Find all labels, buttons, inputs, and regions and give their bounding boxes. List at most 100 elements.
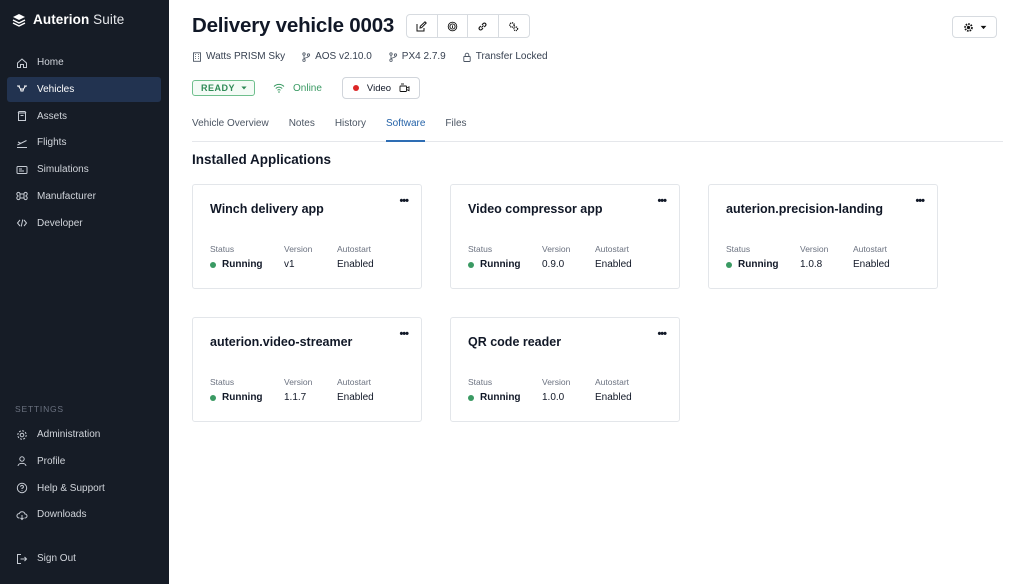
- sidebar-item-label: Assets: [37, 110, 68, 122]
- sidebar-item-label: Flights: [37, 137, 67, 149]
- sidebar-item-label: Vehicles: [37, 83, 75, 95]
- video-camera-icon: [399, 83, 410, 92]
- branch-icon: [302, 51, 311, 62]
- app-version: Version v1: [284, 244, 313, 270]
- app-card: QR code reader ••• Status Running Versio…: [450, 317, 680, 422]
- status-dot-icon: [210, 261, 216, 268]
- lock-icon: [463, 52, 471, 62]
- vehicle-model: Watts PRISM Sky: [192, 51, 285, 62]
- more-options-icon[interactable]: •••: [915, 195, 925, 207]
- app-name: Winch delivery app: [210, 202, 324, 216]
- sidebar-item-label: Downloads: [37, 509, 87, 521]
- more-options-icon[interactable]: •••: [657, 195, 667, 207]
- sign-out-button[interactable]: Sign Out: [7, 546, 161, 571]
- fingerprint-button[interactable]: [438, 15, 469, 37]
- tab-vehicle-overview[interactable]: Vehicle Overview: [192, 113, 269, 142]
- app-status: Status Running: [210, 377, 263, 403]
- sidebar-item-label: Manufacturer: [37, 190, 96, 202]
- more-options-icon[interactable]: •••: [399, 328, 409, 340]
- tab-software[interactable]: Software: [385, 113, 426, 142]
- app-card: auterion.video-streamer ••• Status Runni…: [192, 317, 422, 422]
- status-dot-icon: [468, 261, 474, 268]
- app-status: Status Running: [468, 377, 521, 403]
- px4-version: PX4 2.7.9: [388, 51, 446, 62]
- app-status: Status Running: [726, 244, 779, 270]
- page-title: Delivery vehicle 0003: [192, 14, 395, 37]
- sidebar-item-downloads[interactable]: Downloads: [7, 502, 161, 527]
- app-name: Video compressor app: [468, 202, 603, 216]
- sidebar-item-developer[interactable]: Developer: [7, 211, 161, 236]
- settings-dropdown-button[interactable]: [952, 16, 997, 38]
- caret-down-icon: [241, 86, 247, 90]
- edit-icon: [416, 20, 428, 31]
- app-version: Version 1.0.8: [800, 244, 829, 270]
- sidebar-item-manufacturer[interactable]: Manufacturer: [7, 184, 161, 209]
- video-button[interactable]: Video: [341, 77, 421, 99]
- more-options-icon[interactable]: •••: [657, 328, 667, 340]
- user-icon: [17, 456, 27, 467]
- simulation-icon: [16, 165, 28, 174]
- status-dropdown[interactable]: READY: [192, 80, 256, 96]
- sidebar-item-assets[interactable]: Assets: [7, 104, 161, 129]
- app-autostart: Autostart Enabled: [595, 377, 632, 403]
- tab-history[interactable]: History: [335, 113, 366, 142]
- logout-icon: [17, 553, 28, 564]
- caret-down-icon: [980, 25, 986, 29]
- title-row: Delivery vehicle 0003: [192, 14, 531, 38]
- fingerprint-icon: [447, 21, 458, 31]
- app-version: Version 0.9.0: [542, 244, 571, 270]
- sidebar-item-home[interactable]: Home: [7, 50, 161, 75]
- brand-logo[interactable]: Auterion Suite: [12, 12, 124, 27]
- tab-files[interactable]: Files: [445, 113, 466, 142]
- wifi-icon: [273, 83, 285, 93]
- sidebar-item-label: Developer: [37, 217, 83, 229]
- app-card: Video compressor app ••• Status Running …: [450, 184, 680, 289]
- sidebar-item-help[interactable]: Help & Support: [7, 476, 161, 501]
- gears-icon: [509, 21, 519, 31]
- sidebar-item-label: Home: [37, 57, 64, 68]
- sidebar-item-label: Profile: [37, 455, 66, 467]
- app-version: Version 1.0.0: [542, 377, 571, 403]
- branch-icon: [389, 51, 397, 62]
- sidebar-item-vehicles[interactable]: Vehicles: [7, 76, 161, 102]
- sidebar-item-flights[interactable]: Flights: [7, 130, 161, 155]
- app-name: QR code reader: [468, 335, 562, 349]
- link-button[interactable]: [468, 15, 499, 37]
- drone-icon: [17, 85, 27, 92]
- connection-status: Online: [273, 83, 322, 94]
- more-options-icon[interactable]: •••: [399, 195, 409, 207]
- app-status: Status Running: [468, 244, 521, 270]
- aos-version: AOS v2.10.0: [301, 51, 372, 62]
- section-title: Installed Applications: [192, 152, 332, 167]
- sidebar-item-simulations[interactable]: Simulations: [7, 157, 161, 182]
- tab-notes[interactable]: Notes: [289, 113, 315, 142]
- app-name: auterion.precision-landing: [726, 202, 883, 216]
- app-autostart: Autostart Enabled: [337, 377, 374, 403]
- cloud-download-icon: [16, 511, 28, 521]
- app-autostart: Autostart Enabled: [337, 244, 374, 270]
- status-dot-icon: [468, 394, 474, 401]
- link-icon: [478, 22, 487, 30]
- status-badge: READY: [201, 83, 236, 93]
- home-icon: [17, 57, 27, 68]
- app-card: Winch delivery app ••• Status Running Ve…: [192, 184, 422, 289]
- app-name: auterion.video-streamer: [210, 335, 353, 349]
- layers-icon: [12, 13, 26, 27]
- sidebar-item-administration[interactable]: Administration: [7, 422, 161, 447]
- gear-icon: [17, 429, 27, 440]
- status-dot-icon: [210, 394, 216, 401]
- sidebar-item-label: Simulations: [37, 164, 89, 176]
- gear-icon: [963, 22, 973, 32]
- sign-out-label: Sign Out: [37, 553, 76, 564]
- edit-button[interactable]: [407, 15, 438, 37]
- app-autostart: Autostart Enabled: [595, 244, 632, 270]
- status-dot-icon: [726, 261, 732, 268]
- help-icon: [16, 482, 28, 494]
- brand-name: Auterion Suite: [33, 12, 125, 27]
- sidebar-item-profile[interactable]: Profile: [7, 449, 161, 474]
- record-dot-icon: [352, 85, 359, 91]
- transfer-status: Transfer Locked: [462, 51, 548, 62]
- sidebar-item-label: Administration: [37, 429, 101, 440]
- configure-button[interactable]: [499, 15, 530, 37]
- app-autostart: Autostart Enabled: [853, 244, 890, 270]
